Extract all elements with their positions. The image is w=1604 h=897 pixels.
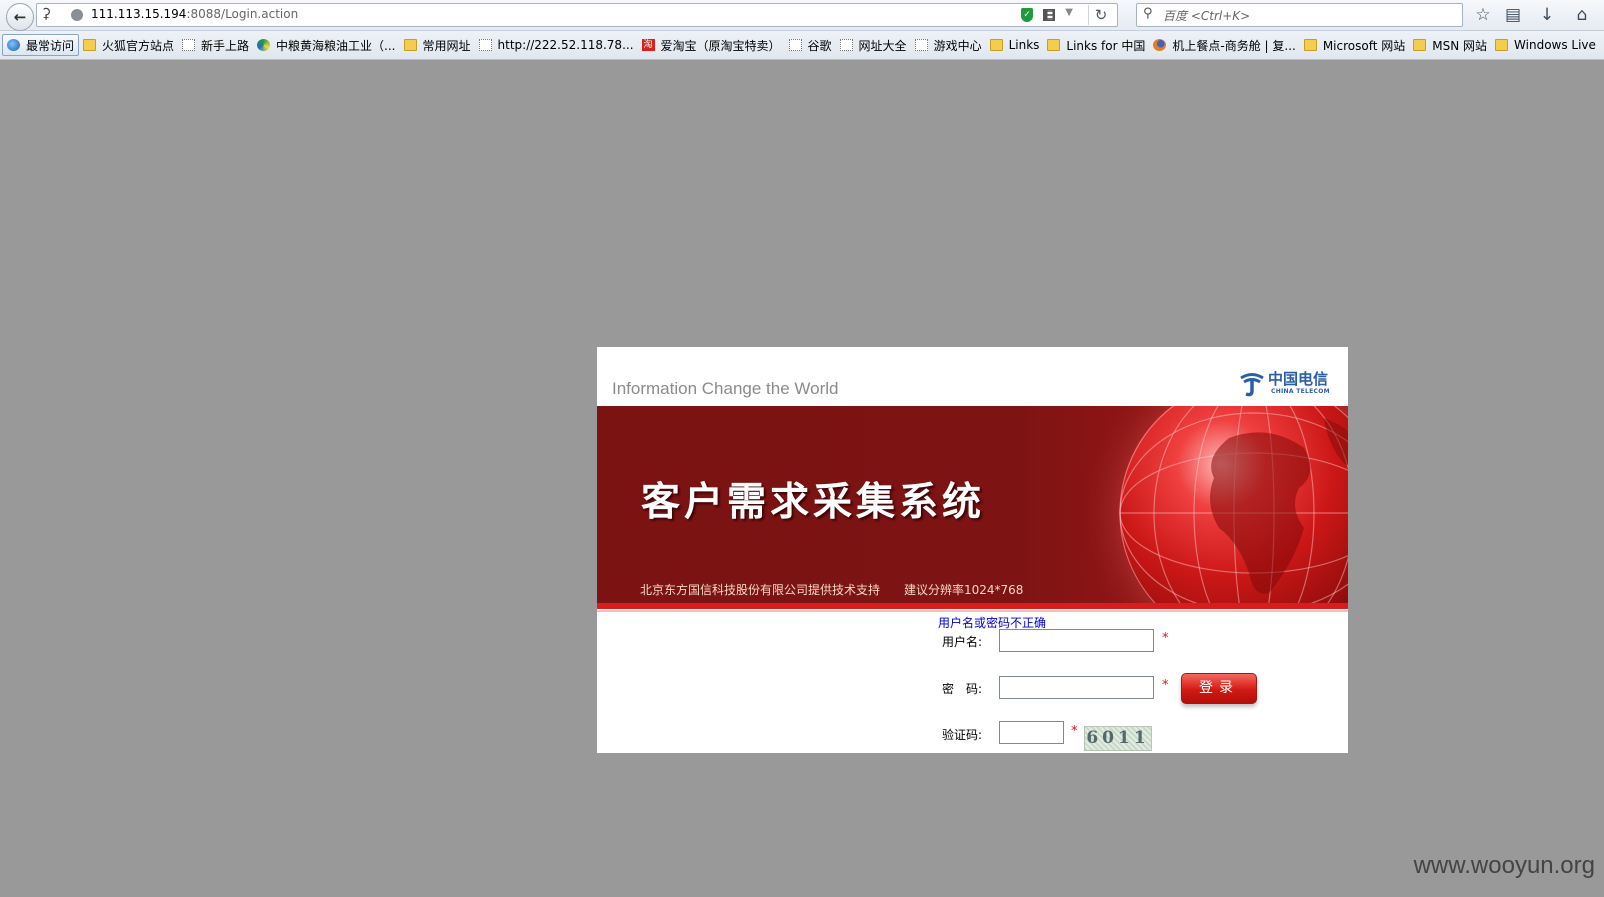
panel-header: Information Change the World 中国电信 CHINA … <box>597 347 1348 406</box>
resolution-hint: 建议分辨率1024*768 <box>904 583 1024 597</box>
bookmark-item[interactable]: 火狐官方站点 <box>79 34 178 56</box>
bookmark-item[interactable]: Links <box>986 34 1044 56</box>
bookmark-item[interactable]: 最常访问 <box>2 34 80 56</box>
address-bar[interactable]: ⚳ 111.113.15.194:8088/Login.action ✓ ▼ ↻ <box>36 3 1118 27</box>
divider-stripe <box>597 603 1348 609</box>
reload-icon[interactable]: ↻ <box>1088 5 1113 25</box>
logo-en-text: CHINA TELECOM <box>1271 388 1330 395</box>
bookmark-item[interactable]: 常用网址 <box>400 34 475 56</box>
login-panel: Information Change the World 中国电信 CHINA … <box>597 347 1348 753</box>
required-mark: * <box>1071 724 1078 739</box>
clipboard-icon[interactable]: ▤ <box>1501 4 1525 26</box>
watermark: www.wooyun.org <box>1413 852 1595 879</box>
username-input[interactable] <box>999 629 1154 652</box>
required-mark: * <box>1162 678 1169 693</box>
folder-icon <box>1303 39 1317 51</box>
captcha-label: 验证码: <box>942 728 983 742</box>
username-label: 用户名: <box>942 635 983 649</box>
globe-icon <box>71 9 83 21</box>
globe-illustration <box>1119 406 1348 603</box>
firefox-icon <box>1153 39 1167 51</box>
bookmark-item[interactable]: Links for 中国 <box>1043 34 1149 56</box>
banner: 客户需求采集系统 北京东方国信科技股份有限公司提供技术支持 建议分辨率1024*… <box>597 406 1348 603</box>
bookmark-label: 游戏中心 <box>933 38 982 53</box>
page-icon <box>478 39 492 51</box>
folder-icon <box>1047 39 1061 51</box>
bookmark-item[interactable]: 游戏中心 <box>911 34 986 56</box>
telecom-symbol-icon <box>1240 373 1264 397</box>
home-icon[interactable]: ⌂ <box>1570 4 1594 26</box>
back-button[interactable]: ← <box>6 3 34 31</box>
page-icon <box>182 39 196 51</box>
bookmark-label: Links for 中国 <box>1066 38 1146 53</box>
china-telecom-logo: 中国电信 CHINA TELECOM <box>1238 367 1338 403</box>
bookmark-label: Microsoft 网站 <box>1322 38 1406 53</box>
support-text: 北京东方国信科技股份有限公司提供技术支持 <box>640 583 881 597</box>
bookmark-label: MSN 网站 <box>1432 38 1488 53</box>
page-icon <box>788 39 802 51</box>
folder-icon <box>83 39 97 51</box>
captcha-image[interactable]: 6011 <box>1084 726 1152 751</box>
bookmark-item[interactable]: 淘爱淘宝（原淘宝特卖） <box>638 34 785 56</box>
password-label: 密 码: <box>942 682 983 696</box>
browser-nav-bar: ← ⚳ 111.113.15.194:8088/Login.action ✓ ▼… <box>0 0 1604 31</box>
page-icon <box>839 39 853 51</box>
search-icon: ⚲ <box>1143 6 1153 21</box>
bookmark-item[interactable]: Windows Live <box>1491 34 1600 56</box>
password-input[interactable] <box>999 676 1154 699</box>
star-icon[interactable]: ☆ <box>1471 4 1495 26</box>
bookmark-label: 最常访问 <box>26 38 75 53</box>
system-title: 客户需求采集系统 <box>641 479 986 525</box>
bookmark-item[interactable]: 新手上路 <box>178 34 253 56</box>
bookmark-label: 爱淘宝（原淘宝特卖） <box>660 38 781 53</box>
bookmark-item[interactable]: MSN 网站 <box>1409 34 1491 56</box>
download-icon[interactable]: ↓ <box>1535 4 1559 26</box>
bookmark-item[interactable]: 中粮黄海粮油工业（... <box>253 34 399 56</box>
bookmark-label: 机上餐点-商务舱 | 复... <box>1172 38 1296 53</box>
page-icon <box>914 39 928 51</box>
bookmarks-bar: 最常访问 火狐官方站点 新手上路 中粮黄海粮油工业（... 常用网址 http://222… <box>0 31 1604 60</box>
key-icon[interactable]: ⚳ <box>41 6 51 22</box>
url-text[interactable]: 111.113.15.194:8088/Login.action <box>91 7 298 21</box>
qr-code-icon[interactable] <box>1043 9 1055 21</box>
bookmark-label: 常用网址 <box>422 38 471 53</box>
bookmark-item[interactable]: 机上餐点-商务舱 | 复... <box>1149 34 1299 56</box>
folder-icon <box>403 39 417 51</box>
bookmark-label: Links <box>1008 38 1040 52</box>
bookmark-label: Windows Live <box>1514 38 1596 52</box>
shield-icon[interactable]: ✓ <box>1021 8 1033 22</box>
login-button[interactable]: 登录 <box>1181 673 1257 704</box>
bookmark-label: 中粮黄海粮油工业（... <box>276 38 396 53</box>
spiral-icon <box>257 39 271 51</box>
bookmark-item[interactable]: 谷歌 <box>785 34 836 56</box>
folder-icon <box>1495 39 1509 51</box>
globe-grid-icon <box>1119 406 1348 603</box>
search-placeholder: 百度 <Ctrl+K> <box>1163 9 1251 23</box>
url-host: 111.113.15.194 <box>91 7 187 21</box>
search-box[interactable]: ⚲ 百度 <Ctrl+K> <box>1136 3 1463 27</box>
bookmark-item[interactable]: Microsoft 网站 <box>1300 34 1409 56</box>
bookmark-item[interactable]: 网址大全 <box>836 34 911 56</box>
bookmark-label: 谷歌 <box>807 38 832 53</box>
globe-icon <box>7 39 20 51</box>
bookmark-label: 新手上路 <box>201 38 250 53</box>
taobao-icon: 淘 <box>641 39 655 51</box>
divider-line <box>597 610 1348 612</box>
url-path: :8088/Login.action <box>186 7 299 21</box>
bookmark-label: 火狐官方站点 <box>102 38 175 53</box>
bookmark-label: 网址大全 <box>858 38 907 53</box>
required-mark: * <box>1162 631 1169 646</box>
captcha-input[interactable] <box>999 721 1064 744</box>
tagline: Information Change the World <box>612 379 839 398</box>
arrow-left-icon: ← <box>13 8 27 26</box>
logo-cn-text: 中国电信 <box>1268 370 1329 388</box>
folder-icon <box>989 39 1003 51</box>
bookmark-item[interactable]: http://222.52.118.78... <box>475 34 638 56</box>
chevron-down-icon[interactable]: ▼ <box>1065 7 1073 18</box>
bookmark-label: http://222.52.118.78... <box>497 38 634 52</box>
folder-icon <box>1413 39 1427 51</box>
